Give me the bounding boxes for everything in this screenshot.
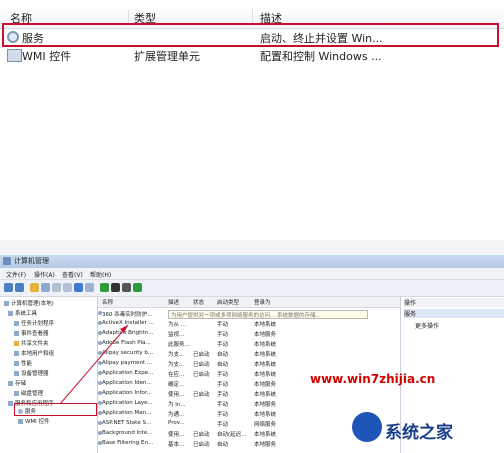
watermark-brand: 系统之家 bbox=[385, 423, 453, 443]
arrowhead bbox=[120, 325, 128, 333]
watermark-url: www.win7zhijia.cn bbox=[310, 372, 436, 386]
arrow-line bbox=[59, 324, 129, 405]
watermark-logo-badge bbox=[352, 412, 382, 442]
